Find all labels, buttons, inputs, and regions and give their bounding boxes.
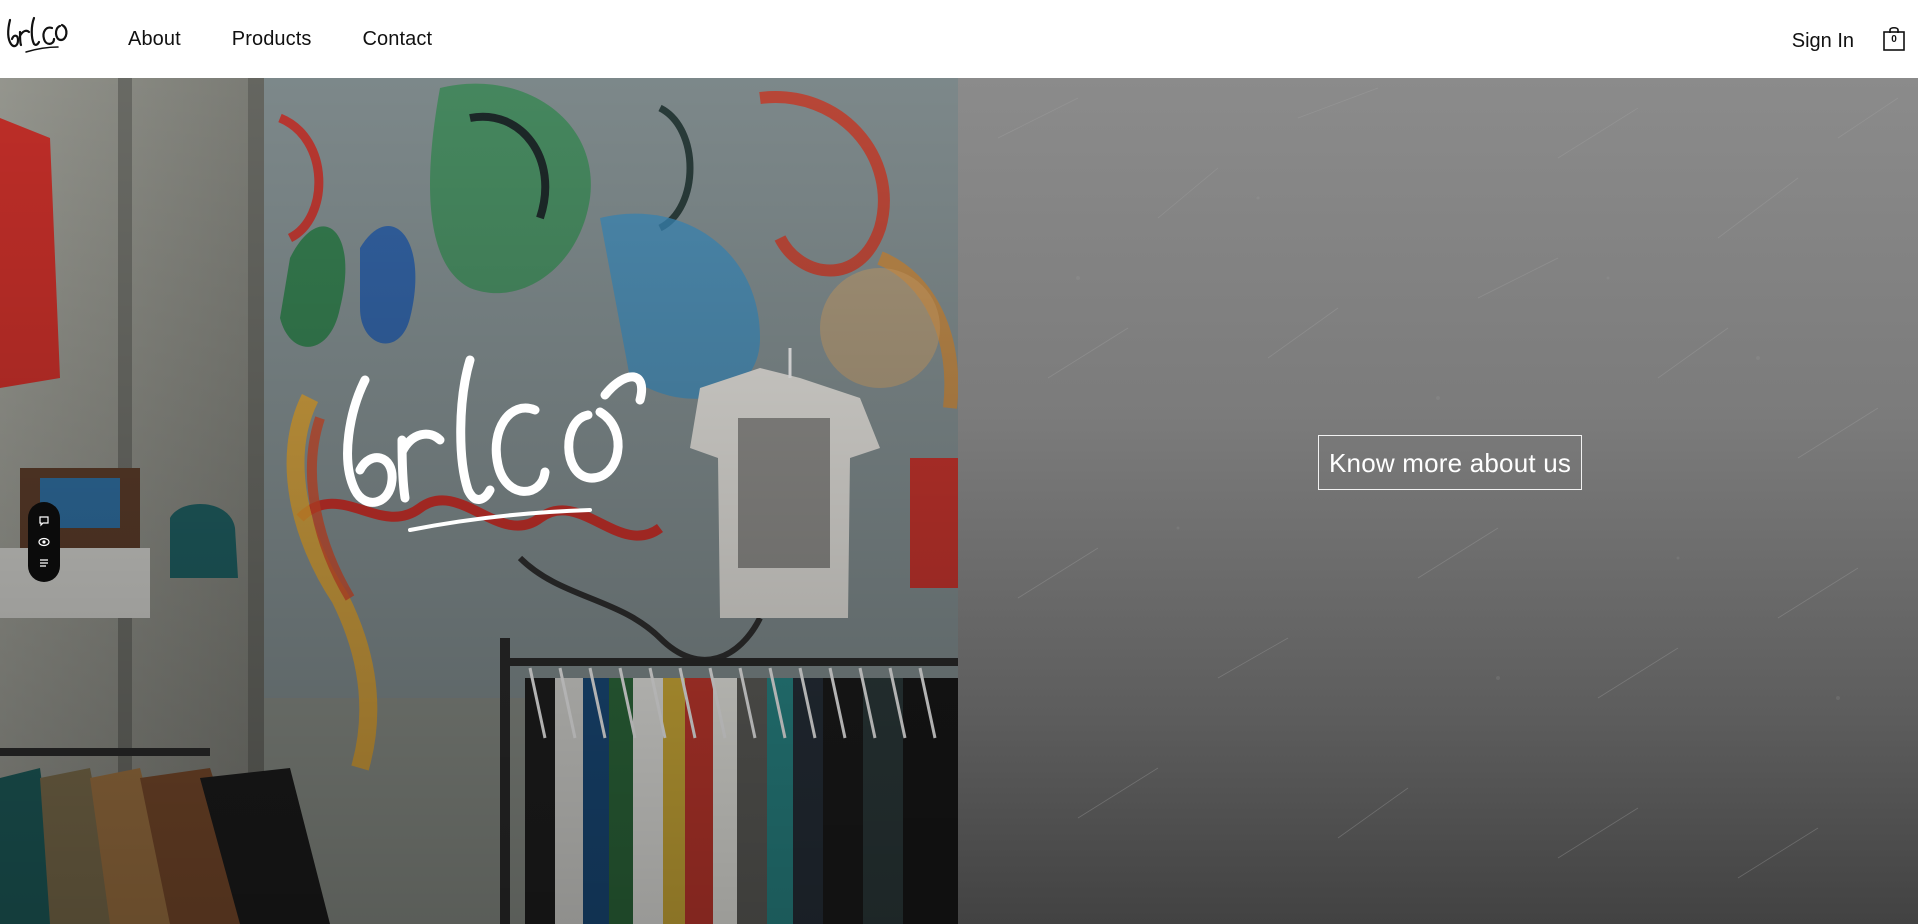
nav-products-link[interactable]: Products <box>232 26 312 52</box>
know-more-button[interactable]: Know more about us <box>1318 435 1583 490</box>
chat-button[interactable] <box>35 512 53 530</box>
site-header: About Products Contact Sign In 0 <box>0 0 1918 78</box>
concrete-texture <box>997 87 1899 879</box>
hero-about-panel: Know more about us <box>958 78 1918 924</box>
cart-count: 0 <box>1891 34 1897 45</box>
cart-button[interactable]: 0 <box>1882 24 1906 52</box>
brand-logo-large <box>343 355 647 532</box>
main-nav: About Products Contact <box>128 26 483 52</box>
eye-icon <box>38 537 50 547</box>
list-button[interactable] <box>35 554 53 572</box>
sign-in-link[interactable]: Sign In <box>1792 28 1854 54</box>
view-button[interactable] <box>35 533 53 551</box>
hero-store-photo <box>0 78 958 924</box>
list-icon <box>40 559 48 567</box>
nav-contact-link[interactable]: Contact <box>363 26 433 52</box>
brand-logo[interactable] <box>4 10 70 54</box>
floating-toolbar <box>28 502 60 582</box>
chat-icon <box>39 516 49 527</box>
nav-about-link[interactable]: About <box>128 26 181 52</box>
